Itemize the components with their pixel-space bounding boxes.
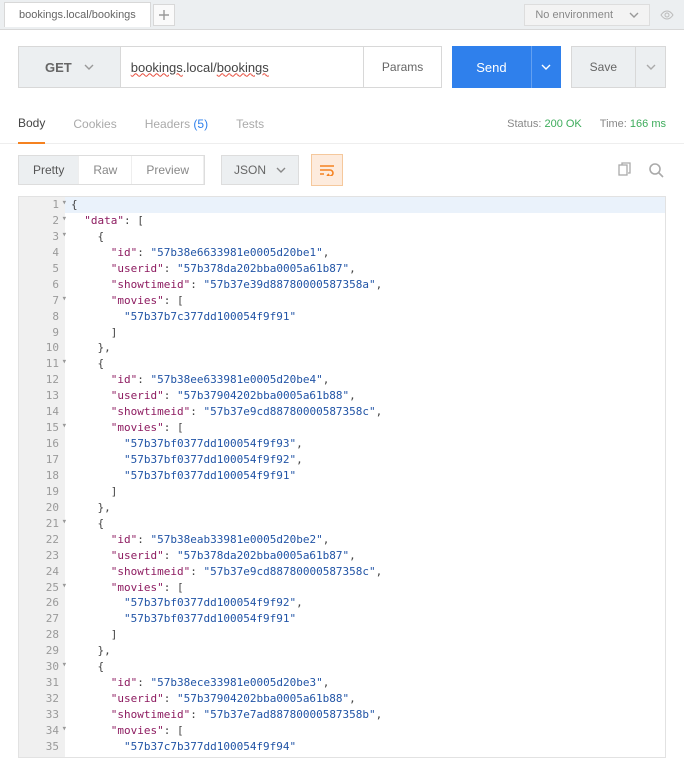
tab-tests[interactable]: Tests [236,105,264,143]
response-body-viewer[interactable]: 1▾{2▾ "data": [3▾ {4 "id": "57b38e663398… [18,196,666,758]
view-pretty[interactable]: Pretty [19,156,79,184]
chevron-down-icon [84,64,94,70]
chevron-down-icon [276,167,286,173]
view-preview[interactable]: Preview [132,156,204,184]
environment-dropdown[interactable]: No environment [524,4,650,26]
plus-icon [159,10,169,20]
params-button[interactable]: Params [364,46,442,88]
format-label: JSON [234,163,266,177]
tab-cookies[interactable]: Cookies [73,105,116,143]
chevron-down-icon [629,12,639,18]
wrap-icon [319,164,335,176]
http-method-dropdown[interactable]: GET [18,46,121,88]
save-button[interactable]: Save [571,46,636,88]
send-button[interactable]: Send [452,46,530,88]
view-mode-group: Pretty Raw Preview [18,155,205,185]
copy-icon [616,162,632,178]
response-time: 166 ms [630,118,666,130]
format-dropdown[interactable]: JSON [221,155,299,185]
copy-button[interactable] [614,160,634,180]
chevron-down-icon [541,64,551,70]
chevron-down-icon [646,64,656,70]
tab-bar: bookings.local/bookings No environment [0,0,684,30]
status-code: 200 OK [544,118,581,130]
environment-quicklook-button[interactable] [654,4,680,26]
environment-selector: No environment [524,4,680,26]
add-tab-button[interactable] [153,4,175,26]
response-meta: Status: 200 OK Time: 166 ms [507,118,666,130]
status-block: Status: 200 OK [507,118,582,130]
response-tabs: Body Cookies Headers (5) Tests Status: 2… [0,104,684,144]
save-dropdown[interactable] [636,46,666,88]
http-method-label: GET [45,60,72,75]
search-icon [648,162,664,178]
view-raw[interactable]: Raw [79,156,132,184]
environment-label: No environment [535,9,613,21]
tab-body[interactable]: Body [18,104,45,144]
tab-title: bookings.local/bookings [19,9,136,21]
url-input[interactable]: bookings.local/bookings [121,46,364,88]
search-button[interactable] [646,160,666,180]
send-dropdown[interactable] [531,46,561,88]
time-block: Time: 166 ms [600,118,666,130]
wrap-lines-button[interactable] [311,154,343,186]
request-bar: GET bookings.local/bookings Params Send … [0,30,684,104]
eye-icon [660,8,674,22]
tab-headers[interactable]: Headers (5) [145,105,208,143]
request-tab[interactable]: bookings.local/bookings [4,2,151,27]
viewer-bar: Pretty Raw Preview JSON [0,144,684,196]
